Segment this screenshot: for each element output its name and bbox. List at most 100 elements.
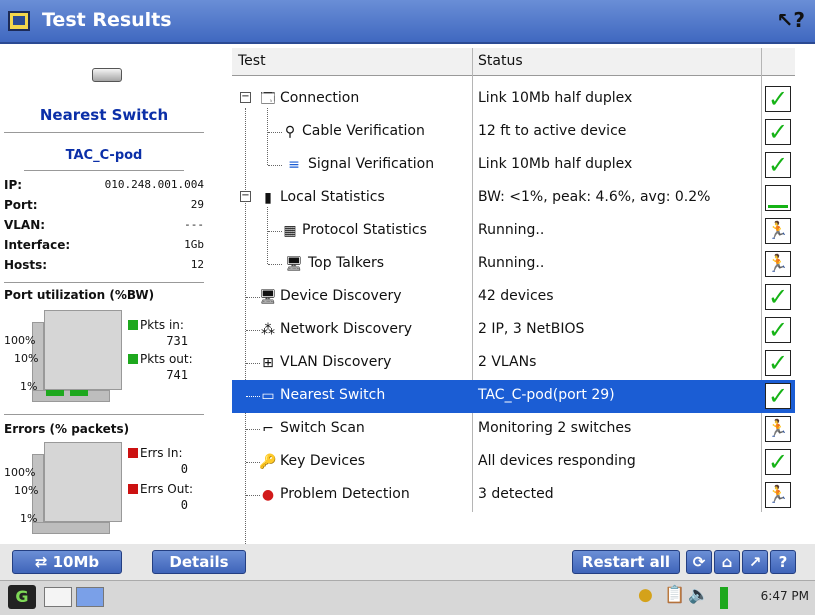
problem-detection-icon: ● <box>261 487 275 503</box>
table-row[interactable]: − ▮ Local Statistics BW: <1%, peak: 4.6%… <box>232 182 795 215</box>
test-name: VLAN Discovery <box>280 354 392 370</box>
status-text: 2 VLANs <box>478 354 537 370</box>
info-row-port: Port: 29 <box>4 198 204 214</box>
link-speed-label: 10Mb <box>52 553 100 571</box>
pass-check-icon: ✓ <box>765 284 791 310</box>
clipboard-tray-icon[interactable]: 📋 <box>664 585 685 605</box>
errs-in-legend: Errs In: <box>128 446 183 460</box>
reload-icon[interactable]: ⟳ <box>686 550 712 574</box>
test-name: Local Statistics <box>280 189 385 205</box>
errs-out-label: Errs Out: <box>140 482 194 496</box>
nearest-switch-icon: ▭ <box>261 388 275 404</box>
pass-check-icon: ✓ <box>765 317 791 343</box>
pkts-in-bar <box>46 390 64 396</box>
y-label: 100% <box>4 334 36 347</box>
y-label: 1% <box>20 380 38 393</box>
volume-tray-icon[interactable]: 🔈 <box>688 585 709 605</box>
info-key: Interface: <box>4 238 71 252</box>
table-row[interactable]: 🖥 Top Talkers Running.. 🏃 <box>232 248 795 281</box>
column-header-test[interactable]: Test <box>238 53 266 69</box>
keyboard-icon[interactable] <box>44 587 72 607</box>
signal-verification-icon: ≡ <box>288 157 300 173</box>
port-utilization-title: Port utilization (%BW) <box>4 288 155 302</box>
column-header-status[interactable]: Status <box>478 53 523 69</box>
test-name: Switch Scan <box>280 420 365 436</box>
pkts-out-label: Pkts out: <box>140 352 193 366</box>
window-title: Test Results <box>42 9 172 31</box>
tools-icon[interactable]: ↗ <box>742 550 768 574</box>
status-text: Link 10Mb half duplex <box>478 90 633 106</box>
test-name: Network Discovery <box>280 321 413 337</box>
pkts-out-swatch <box>128 354 138 364</box>
switch-scan-icon: ⌐ <box>262 421 274 437</box>
pkts-out-legend: Pkts out: <box>128 352 193 366</box>
running-icon: 🏃 <box>765 416 791 442</box>
info-value: --- <box>184 218 204 231</box>
device-name: TAC_C-pod <box>65 148 143 163</box>
collapse-toggle[interactable]: − <box>240 92 251 103</box>
start-menu-icon[interactable]: G <box>8 585 36 609</box>
restart-all-button[interactable]: Restart all <box>572 550 680 574</box>
pass-check-icon: ✓ <box>765 350 791 376</box>
pass-check-icon: ✓ <box>765 119 791 145</box>
table-row[interactable]: ⚲ Cable Verification 12 ft to active dev… <box>232 116 795 149</box>
table-row[interactable]: 🖥 Device Discovery 42 devices ✓ <box>232 281 795 314</box>
errs-out-swatch <box>128 484 138 494</box>
table-row[interactable]: ▦ Protocol Statistics Running.. 🏃 <box>232 215 795 248</box>
table-row[interactable]: ⌐ Switch Scan Monitoring 2 switches 🏃 <box>232 413 795 446</box>
table-row[interactable]: − 🗔 Connection Link 10Mb half duplex ✓ <box>232 83 795 116</box>
test-name: Top Talkers <box>308 255 385 271</box>
status-text: Running.. <box>478 222 545 238</box>
status-text: Monitoring 2 switches <box>478 420 632 436</box>
errs-in-value: 0 <box>180 462 188 476</box>
status-text: 3 detected <box>478 486 554 502</box>
help-icon[interactable]: ? <box>770 550 796 574</box>
nearest-switch-title: Nearest Switch <box>39 106 169 124</box>
table-row[interactable]: ⊞ VLAN Discovery 2 VLANs ✓ <box>232 347 795 380</box>
status-text: 2 IP, 3 NetBIOS <box>478 321 585 337</box>
info-key: Hosts: <box>4 258 48 272</box>
info-key: VLAN: <box>4 218 46 232</box>
network-discovery-icon: ⁂ <box>261 322 275 338</box>
key-devices-icon: 🔑 <box>259 454 277 470</box>
link-speed-button[interactable]: ⇄ 10Mb <box>12 550 122 574</box>
title-bar: Test Results ↖? <box>0 0 815 44</box>
help-cursor-icon[interactable]: ↖? <box>777 8 805 32</box>
pkts-in-swatch <box>128 320 138 330</box>
table-row-selected[interactable]: ▭ Nearest Switch TAC_C-pod(port 29) ✓ <box>232 380 795 413</box>
network-tray-icon[interactable]: ● <box>638 585 653 605</box>
test-name: Problem Detection <box>280 486 410 502</box>
divider <box>4 282 204 283</box>
info-value: 12 <box>190 258 204 271</box>
table-row[interactable]: ⁂ Network Discovery 2 IP, 3 NetBIOS ✓ <box>232 314 795 347</box>
switch-icon <box>92 68 122 82</box>
running-icon: 🏃 <box>765 482 791 508</box>
errors-graph <box>32 442 122 534</box>
window-list-icon[interactable] <box>76 587 104 607</box>
table-row[interactable]: 🔑 Key Devices All devices responding ✓ <box>232 446 795 479</box>
table-row[interactable]: ≡ Signal Verification Link 10Mb half dup… <box>232 149 795 182</box>
test-name: Cable Verification <box>302 123 425 139</box>
link-icon: ⇄ <box>34 553 53 571</box>
pkts-out-bar <box>70 390 88 396</box>
test-name: Nearest Switch <box>280 387 386 403</box>
test-results-table: Test Status − 🗔 Connection Link 10Mb hal… <box>232 48 795 556</box>
home-icon[interactable]: ⌂ <box>714 550 740 574</box>
connection-icon: 🗔 <box>260 91 276 107</box>
info-row-ip: IP: 010.248.001.004 <box>4 178 204 194</box>
details-button[interactable]: Details <box>152 550 246 574</box>
errors-title: Errors (% packets) <box>4 422 130 436</box>
collapse-toggle[interactable]: − <box>240 191 251 202</box>
info-row-hosts: Hosts: 12 <box>4 258 204 274</box>
device-discovery-icon: 🖥 <box>259 289 277 305</box>
status-text: Link 10Mb half duplex <box>478 156 633 172</box>
pass-check-icon: ✓ <box>765 86 791 112</box>
table-row[interactable]: ● Problem Detection 3 detected 🏃 <box>232 479 795 512</box>
window-icon <box>8 11 30 31</box>
test-name: Device Discovery <box>280 288 402 304</box>
info-value: 29 <box>190 198 204 211</box>
pkts-in-legend: Pkts in: <box>128 318 184 332</box>
taskbar: G ● 📋 🔈 6:47 PM <box>0 580 815 615</box>
battery-icon[interactable] <box>720 587 728 609</box>
test-name: Protocol Statistics <box>302 222 427 238</box>
